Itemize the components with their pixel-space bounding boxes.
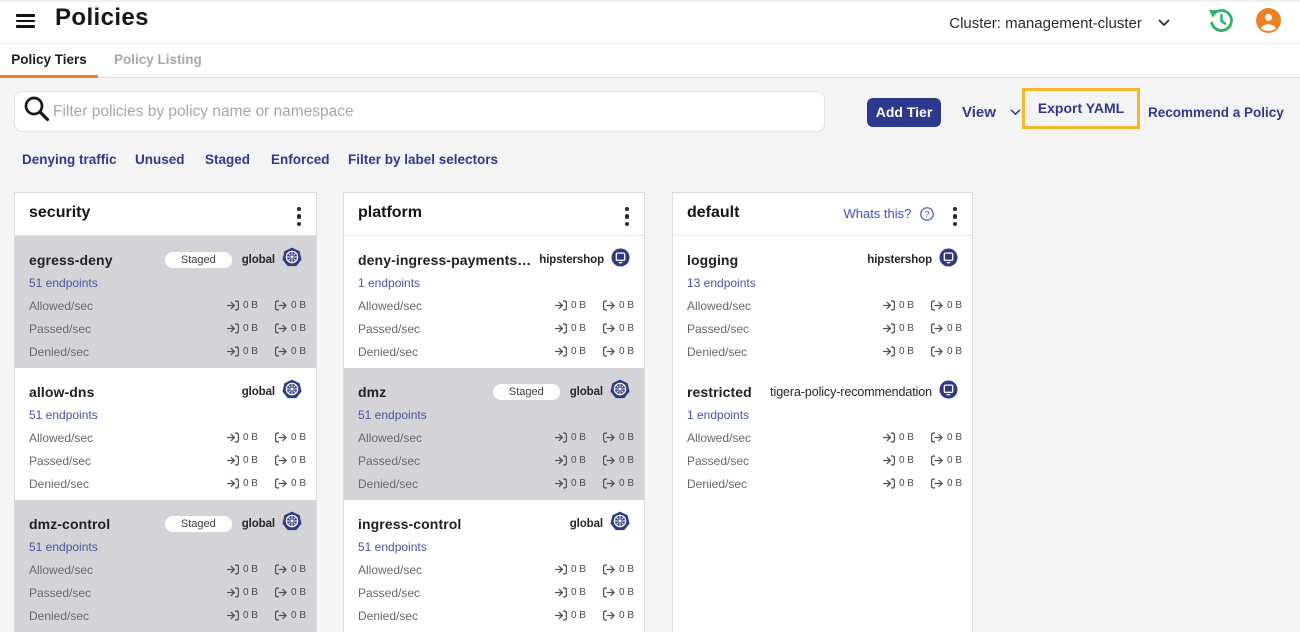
- svg-text:?: ?: [925, 209, 930, 219]
